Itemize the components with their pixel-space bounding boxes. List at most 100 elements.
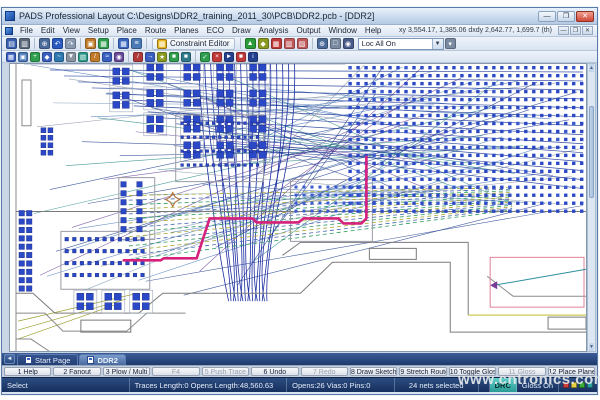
scroll-up-icon[interactable]: ▲ bbox=[589, 64, 594, 72]
document-tab-icon bbox=[25, 356, 32, 364]
component-icon[interactable]: ▦ bbox=[98, 38, 109, 49]
menu-place[interactable]: Place bbox=[113, 26, 141, 35]
save-icon[interactable]: ▤ bbox=[6, 38, 17, 49]
menu-window[interactable]: Window bbox=[324, 26, 360, 35]
mdi-controls: —❐✕ bbox=[558, 26, 593, 35]
fkey-1-help[interactable]: 1 Help bbox=[4, 367, 51, 376]
gloss-icon[interactable]: ◆ bbox=[258, 38, 269, 49]
status-drc-badge[interactable]: DRC bbox=[490, 378, 517, 392]
toggle-left-icon[interactable]: ▥ bbox=[284, 38, 295, 49]
route-mode-icon[interactable]: / bbox=[133, 52, 143, 62]
document-tab-bar: ◄ Start Page DDR2 bbox=[2, 353, 597, 365]
menu-eco[interactable]: ECO bbox=[203, 26, 228, 35]
redraw-icon[interactable]: ▦ bbox=[6, 52, 16, 62]
menu-route[interactable]: Route bbox=[141, 26, 170, 35]
print-icon[interactable]: ▥ bbox=[19, 38, 30, 49]
fkey-2-fanout[interactable]: 2 Fanout bbox=[53, 367, 100, 376]
move-icon[interactable]: ◆ bbox=[42, 52, 52, 62]
probe-icon[interactable]: ◉ bbox=[343, 38, 354, 49]
menu-planes[interactable]: Planes bbox=[170, 26, 202, 35]
drc-off-icon[interactable]: × bbox=[212, 52, 222, 62]
filter-icon[interactable]: ▼ bbox=[66, 52, 76, 62]
highlight-icon[interactable]: ▧ bbox=[78, 52, 88, 62]
fkey-5-push-trace: 5 Push Trace bbox=[202, 367, 249, 376]
menu-help[interactable]: Help bbox=[361, 26, 385, 35]
up-arrow-icon[interactable]: ▲ bbox=[245, 38, 256, 49]
toolbar-separator bbox=[128, 51, 129, 62]
status-gloss[interactable]: Gloss On bbox=[517, 378, 559, 392]
fkey-6-undo[interactable]: 6 Undo bbox=[251, 367, 298, 376]
scrollbar-thumb[interactable] bbox=[589, 106, 594, 198]
constraint-editor-icon: ▦ bbox=[157, 39, 167, 49]
cross-probe-icon[interactable]: ▣ bbox=[85, 38, 96, 49]
plow-icon[interactable]: → bbox=[145, 52, 155, 62]
app-window: PADS Professional Layout C:\Designs\DDR2… bbox=[1, 7, 598, 395]
fkey-10-toggle-gloss[interactable]: 10 Toggle Gloss bbox=[449, 367, 496, 376]
draw-icon[interactable]: / bbox=[90, 52, 100, 62]
toolbar1-icons-b: ▲◆▦▥▨ ⊕□◉ bbox=[237, 38, 355, 49]
select-net-icon[interactable]: ~ bbox=[54, 52, 64, 62]
tab-scroll-left-icon[interactable]: ◄ bbox=[4, 354, 15, 364]
canvas-area: ▲ ▼ bbox=[2, 63, 597, 353]
fkey-8-draw-sketch[interactable]: 8 Draw Sketch bbox=[350, 367, 397, 376]
tab-start-page[interactable]: Start Page bbox=[17, 354, 78, 365]
pour-icon[interactable]: ■ bbox=[181, 52, 191, 62]
minimize-button[interactable]: — bbox=[538, 11, 556, 22]
menu-draw[interactable]: Draw bbox=[228, 26, 255, 35]
mdi-restore-button[interactable]: ❐ bbox=[570, 26, 581, 35]
status-led-1 bbox=[563, 382, 569, 388]
stop-icon[interactable]: ■ bbox=[236, 52, 246, 62]
display-toolbar: ▦▣+◆~▼▧/≈◉/→★■■✓×►■i bbox=[2, 51, 597, 63]
layers-icon[interactable]: ≡ bbox=[131, 38, 142, 49]
toolbar-separator bbox=[80, 38, 81, 49]
add-part-icon[interactable]: + bbox=[30, 52, 40, 62]
vertical-scrollbar[interactable]: ▲ ▼ bbox=[587, 63, 596, 352]
via-icon[interactable]: ◉ bbox=[114, 52, 124, 62]
menu-file[interactable]: File bbox=[16, 26, 37, 35]
status-spacer bbox=[479, 378, 490, 392]
combobox-dropdown-icon[interactable]: ▼ bbox=[432, 39, 443, 49]
tab-label: DDR2 bbox=[97, 356, 117, 365]
scroll-down-icon[interactable]: ▼ bbox=[589, 343, 594, 351]
drc-on-icon[interactable]: ✓ bbox=[200, 52, 210, 62]
constraint-editor-button[interactable]: ▦ Constraint Editor bbox=[152, 38, 235, 50]
menu-setup[interactable]: Setup bbox=[84, 26, 113, 35]
info-icon[interactable]: i bbox=[248, 52, 258, 62]
close-button[interactable]: ✕ bbox=[576, 11, 594, 22]
tab-ddr2[interactable]: DDR2 bbox=[79, 354, 125, 365]
menu-edit[interactable]: Edit bbox=[37, 26, 59, 35]
board-view-icon[interactable]: ▣ bbox=[18, 52, 28, 62]
fkey-9-stretch-route[interactable]: 9 Stretch Route bbox=[399, 367, 446, 376]
pcb-canvas[interactable] bbox=[9, 63, 587, 352]
plane-icon[interactable]: ■ bbox=[169, 52, 179, 62]
menu-view[interactable]: View bbox=[59, 26, 84, 35]
toolbar-separator bbox=[34, 38, 35, 49]
menu-output[interactable]: Output bbox=[292, 26, 324, 35]
flag-icon[interactable]: ► bbox=[224, 52, 234, 62]
maximize-button[interactable]: ❐ bbox=[557, 11, 575, 22]
menu-analysis[interactable]: Analysis bbox=[255, 26, 293, 35]
find-icon[interactable]: ⊕ bbox=[39, 38, 50, 49]
page-icon[interactable]: □ bbox=[330, 38, 341, 49]
status-led-2 bbox=[571, 382, 577, 388]
toolbar-separator bbox=[240, 38, 241, 49]
status-selection: 24 nets selected bbox=[395, 378, 479, 392]
redo-icon[interactable]: ↷ bbox=[65, 38, 76, 49]
zoom-in-icon[interactable]: ⊕ bbox=[317, 38, 328, 49]
layer-scheme-combobox[interactable]: Loc All On ▼ bbox=[358, 38, 444, 50]
toggle-right-icon[interactable]: ▨ bbox=[297, 38, 308, 49]
spreadsheet-icon[interactable]: ▦ bbox=[118, 38, 129, 49]
fkey-3-plow-multi[interactable]: 3 Plow / Multi bbox=[103, 367, 150, 376]
fkey-f4: F4 bbox=[152, 367, 199, 376]
sketch-icon[interactable]: ★ bbox=[157, 52, 167, 62]
fkey-11-gloss: 11 Gloss bbox=[498, 367, 545, 376]
undo-icon[interactable]: ↶ bbox=[52, 38, 63, 49]
net-inspect-box bbox=[490, 257, 586, 307]
trace-icon[interactable]: ≈ bbox=[102, 52, 112, 62]
drc-grid-icon[interactable]: ▦ bbox=[271, 38, 282, 49]
mdi-minimize-button[interactable]: — bbox=[558, 26, 569, 35]
fkey-12-place-plane[interactable]: 12 Place Plane bbox=[548, 367, 595, 376]
combo-more-icon[interactable]: ▾ bbox=[445, 38, 456, 49]
mdi-close-button[interactable]: ✕ bbox=[582, 26, 593, 35]
status-lengths: Traces Length:0 Opens Length:48,560.63 bbox=[130, 378, 288, 392]
